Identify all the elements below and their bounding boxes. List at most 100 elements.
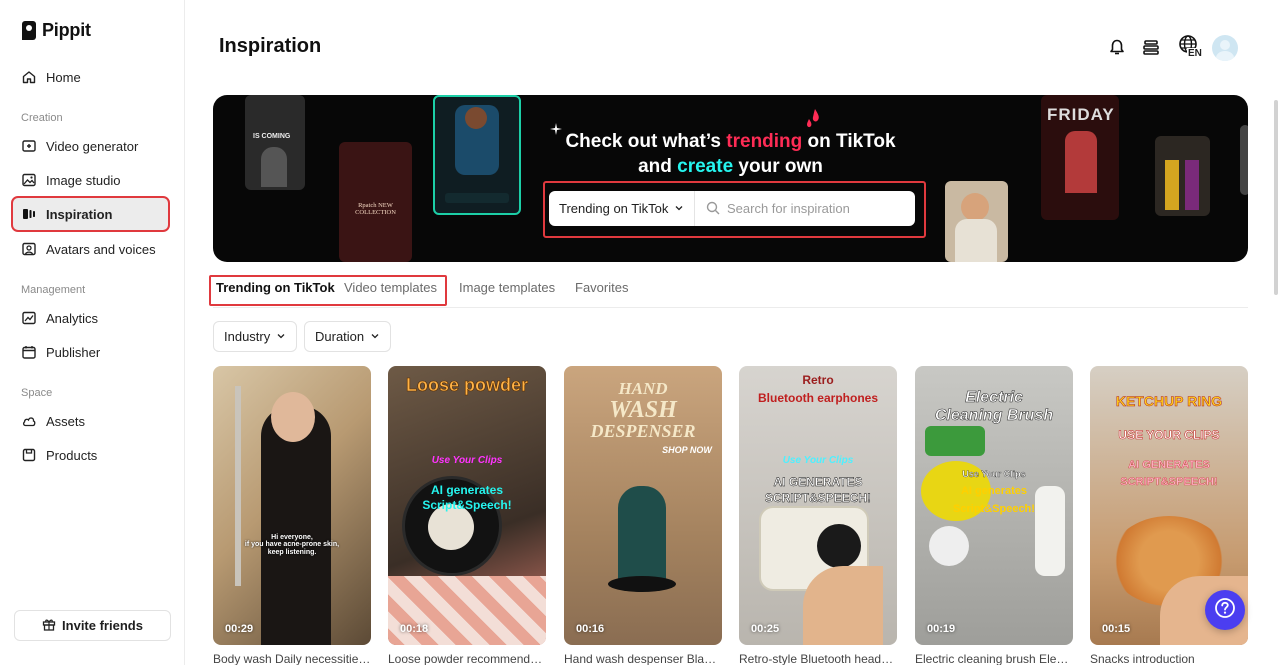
home-icon [22,70,36,84]
card-overlay-title: Electric [965,389,1023,406]
banner-phone-text: FRIDAY [1047,105,1115,124]
content-tabs: Trending on TikTok Video templates Image… [209,272,1248,308]
sidebar-item-video-generator[interactable]: Video generator [12,129,169,163]
language-code: EN [1187,48,1203,59]
sidebar-item-products[interactable]: Products [12,438,169,472]
tab-image-templates[interactable]: Image templates [459,280,555,295]
video-duration: 00:16 [576,623,605,635]
chevron-down-icon [674,201,684,216]
product-box-icon [22,448,36,462]
card-overlay-text: AI generates [960,485,1028,497]
sidebar-item-label: Inspiration [46,206,113,222]
tab-video-templates[interactable]: Video templates [344,280,437,295]
banner-title-line2: and create your own [213,156,1248,178]
gift-icon [42,617,56,634]
video-card[interactable]: Retro Bluetooth earphones Use Your Clips… [739,366,897,645]
cloud-icon [22,414,36,428]
card-caption[interactable]: Hand wash despenser Black... [564,652,722,665]
video-card[interactable]: Loose powder Use Your Clips AI generates… [388,366,546,645]
card-overlay-text: USE YOUR CLIPS [1118,428,1220,442]
help-button[interactable] [1205,590,1245,630]
card-caption[interactable]: Retro-style Bluetooth headphones... [739,652,897,665]
sidebar-item-analytics[interactable]: Analytics [12,301,169,335]
card-caption[interactable]: Electric cleaning brush Electronics... [915,652,1073,665]
search-container: Trending on TikTok [543,181,926,238]
avatar-voice-icon [22,242,36,256]
card-caption[interactable]: Loose powder recommendation... [388,652,546,665]
video-duration: 00:25 [751,623,780,635]
sidebar-item-image-studio[interactable]: Image studio [12,163,169,197]
sidebar-item-label: Video generator [46,138,139,154]
card-caption[interactable]: Body wash Daily necessities... [213,652,371,665]
card-overlay-text: SHOP NOW [662,445,712,455]
sidebar-item-assets[interactable]: Assets [12,404,169,438]
card-overlay-text: AI GENERATES [1128,459,1210,471]
card-overlay-text: AI generates [430,483,504,497]
card-overlay-text: Hi everyone, if you have acne-prone skin,… [244,534,340,556]
search-bar: Trending on TikTok [549,191,915,226]
card-overlay-text: Use Your Clips [431,455,503,466]
sidebar-item-home[interactable]: Home [12,60,169,94]
search-input[interactable] [695,191,915,226]
video-duration: 00:19 [927,623,956,635]
video-card[interactable]: Hi everyone, if you have acne-prone skin,… [213,366,371,645]
card-overlay-text: Use Your Clips [782,455,854,466]
banner-phone-image [945,181,1008,262]
video-duration: 00:18 [400,623,429,635]
filter-label: Industry [224,329,271,344]
search-icon [706,201,720,220]
card-overlay-title: KETCHUP RING [1115,393,1223,409]
search-type-dropdown[interactable]: Trending on TikTok [549,191,695,226]
sidebar-item-label: Assets [46,413,86,429]
tab-favorites[interactable]: Favorites [575,280,628,295]
sidebar-item-publisher[interactable]: Publisher [12,335,169,369]
sidebar-item-label: Home [46,69,81,85]
banner-phone-text: Rpatch NEW COLLECTION [355,202,396,216]
section-label-space: Space [21,387,53,399]
banner-phone-image [433,95,521,215]
card-overlay-title: HAND [618,379,668,398]
logo[interactable]: Pippit [22,20,91,41]
search-type-label: Trending on TikTok [559,201,669,216]
card-overlay-text: Use Your Clips [962,469,1026,479]
banner-text: and [638,156,678,177]
avatar[interactable] [1212,35,1238,61]
question-icon [1214,597,1236,624]
card-overlay-text: AI GENERATES [773,475,863,489]
banner-highlight-create: create [677,156,734,177]
banner-highlight-trending: trending [726,131,803,152]
sidebar-item-label: Publisher [46,344,101,360]
sidebar: Pippit Home Creation Video generator Ima… [0,0,185,665]
banner-text: on TikTok [802,131,896,152]
card-caption[interactable]: Snacks introduction [1090,652,1248,665]
video-duration: 00:15 [1102,623,1131,635]
logo-text: Pippit [42,20,91,40]
card-overlay-text: Script&Speech! [953,503,1035,515]
card-overlay-title: WASH [609,397,677,423]
sidebar-item-inspiration[interactable]: Inspiration [11,196,170,232]
bell-icon[interactable] [1106,36,1128,58]
layers-icon[interactable] [1140,36,1162,58]
duration-filter[interactable]: Duration [304,321,392,352]
hero-banner: IS COMING Rpatch NEW COLLECTION FRIDAY C… [213,95,1248,262]
card-overlay-title: Loose powder [405,375,529,395]
language-button[interactable]: EN [1174,34,1204,59]
video-card[interactable]: Electric Cleaning Brush Use Your Clips A… [915,366,1073,645]
invite-friends-button[interactable]: Invite friends [14,610,171,641]
card-overlay-title: Bluetooth earphones [757,391,878,405]
card-overlay-text: SCRIPT&SPEECH! [764,491,871,505]
video-card[interactable]: HAND WASH DESPENSER SHOP NOW 00:16 [564,366,722,645]
tab-trending-on-tiktok[interactable]: Trending on TikTok [216,280,335,295]
chevron-down-icon [276,329,286,344]
card-overlay-text: SCRIPT&SPEECH! [1120,476,1218,488]
inspiration-icon [22,207,36,221]
industry-filter[interactable]: Industry [213,321,298,352]
banner-title-line1: Check out what’s trending on TikTok [213,131,1248,153]
sidebar-item-avatars-and-voices[interactable]: Avatars and voices [12,232,169,266]
filter-label: Duration [315,329,365,344]
section-label-creation: Creation [21,112,63,124]
video-duration: 00:29 [225,623,254,635]
sidebar-item-label: Products [46,447,98,463]
calendar-icon [22,345,36,359]
page-scrollbar[interactable] [1274,100,1278,295]
